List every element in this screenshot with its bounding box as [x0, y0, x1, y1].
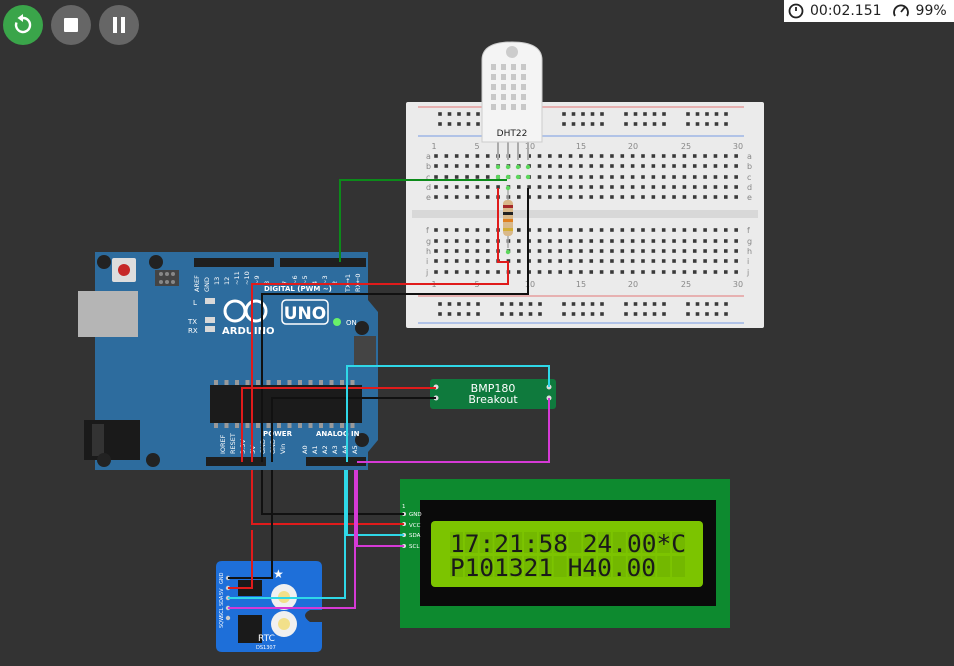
wire-red-lcd: [251, 470, 404, 525]
pin-a5: A5: [351, 445, 359, 454]
lcd-pin-sda: SDA: [409, 533, 421, 539]
lcd-line-2: P101321 H40.00: [450, 554, 656, 582]
bmp180-label-2: Breakout: [468, 393, 518, 406]
rtc-pin-5v: 5V: [219, 588, 225, 595]
digital-header-2: [280, 258, 366, 267]
bb-row-label: f: [426, 226, 429, 235]
lcd-pin-vcc: VCC: [409, 523, 421, 529]
bb-col-label: 1: [431, 142, 436, 151]
led-l-label: L: [193, 299, 197, 307]
bb-row-label: b: [426, 162, 431, 171]
pin-vin: Vin: [279, 444, 287, 454]
bb-col-label: 15: [576, 142, 586, 151]
pin-a3: A3: [331, 445, 339, 454]
dht22-sensor[interactable]: DHT22: [481, 41, 543, 160]
digital-header-1: [194, 258, 274, 267]
power-led: [333, 318, 341, 326]
bb-row-label: e: [426, 193, 431, 202]
pin-a0: A0: [301, 445, 309, 454]
wire-black-lcd: [261, 470, 404, 515]
lcd-pin-gnd: GND: [409, 512, 422, 518]
bb-row-label: h: [426, 247, 431, 256]
pin-reset: RESET: [229, 433, 237, 454]
breadboard-center-channel: [412, 210, 758, 218]
lcd-pin-scl: SCL: [409, 544, 420, 550]
digital-label: DIGITAL (PWM ~): [264, 285, 332, 293]
bb-col-label: 30: [733, 280, 743, 289]
bb-row-label: j: [746, 268, 749, 277]
rtc-pin-scl: SCL: [219, 607, 225, 617]
bb-col-label: 5: [474, 142, 479, 151]
pin-a1: A1: [311, 445, 319, 454]
bmp180-sensor[interactable]: BMP180 Breakout: [430, 379, 556, 409]
pin-gnd: GND: [203, 277, 211, 292]
lcd-pin-number: 1: [402, 504, 406, 510]
pin-10: ~10: [243, 271, 251, 285]
pin-aref: AREF: [193, 275, 201, 292]
rtc-pin-sda: SDA: [219, 595, 225, 606]
circuit-canvas: 1 5 10 15 20 25 30 1 5 10 15 20 25 30 a …: [78, 41, 764, 652]
lcd-display[interactable]: 17:21:58 24.00*C P101321 H40.00 1 GND VC…: [400, 479, 730, 628]
led-tx-label: TX: [187, 318, 197, 326]
pin-a2: A2: [321, 445, 329, 454]
bb-row-label: i: [747, 257, 749, 266]
rtc-pin-gnd: GND: [219, 572, 225, 584]
bb-row-label: d: [747, 183, 752, 192]
bb-row-label: g: [426, 237, 431, 246]
bb-col-label: 20: [628, 142, 638, 151]
bb-row-label: d: [426, 183, 431, 192]
brand-label: ARDUINO: [222, 326, 274, 337]
rtc-chip-label: DS1307: [256, 645, 276, 651]
bb-row-label: h: [747, 247, 752, 256]
pin-13: 13: [213, 277, 221, 285]
pin-ioref: IOREF: [219, 434, 227, 454]
pin-12: 12: [223, 277, 231, 285]
pin-11: ~11: [233, 271, 241, 285]
on-label: ON: [346, 319, 357, 327]
rtc-star-icon: ★: [273, 567, 284, 581]
bb-row-label: c: [747, 173, 751, 182]
rtc-module[interactable]: ★ RTC DS1307 GND 5V SDA SCL SQW: [216, 561, 322, 652]
bb-row-label: a: [747, 152, 752, 161]
power-label: POWER: [263, 430, 293, 438]
bb-row-label: f: [747, 226, 750, 235]
bb-col-label: 15: [576, 280, 586, 289]
rtc-pin-sqw: SQW: [219, 616, 225, 628]
bb-row-label: j: [425, 268, 428, 277]
power-header: [206, 457, 266, 466]
usb-port: [78, 291, 138, 337]
led-rx-label: RX: [188, 327, 198, 335]
bb-col-label: 30: [733, 142, 743, 151]
bb-col-label: 10: [525, 280, 535, 289]
rtc-label: RTC: [258, 634, 275, 644]
bb-row-label: i: [426, 257, 428, 266]
analog-label: ANALOG IN: [316, 430, 360, 438]
bb-col-label: 25: [681, 280, 691, 289]
bb-col-label: 10: [525, 142, 535, 151]
atmega-chip: [210, 385, 362, 423]
bb-col-label: 25: [681, 142, 691, 151]
bb-row-label: b: [747, 162, 752, 171]
dht22-label: DHT22: [497, 129, 528, 139]
model-label: UNO: [284, 304, 326, 324]
bb-row-label: a: [426, 152, 431, 161]
bb-row-label: g: [747, 237, 752, 246]
bb-row-label: e: [747, 193, 752, 202]
pin-0: RX←0: [354, 273, 362, 292]
bb-col-label: 20: [628, 280, 638, 289]
